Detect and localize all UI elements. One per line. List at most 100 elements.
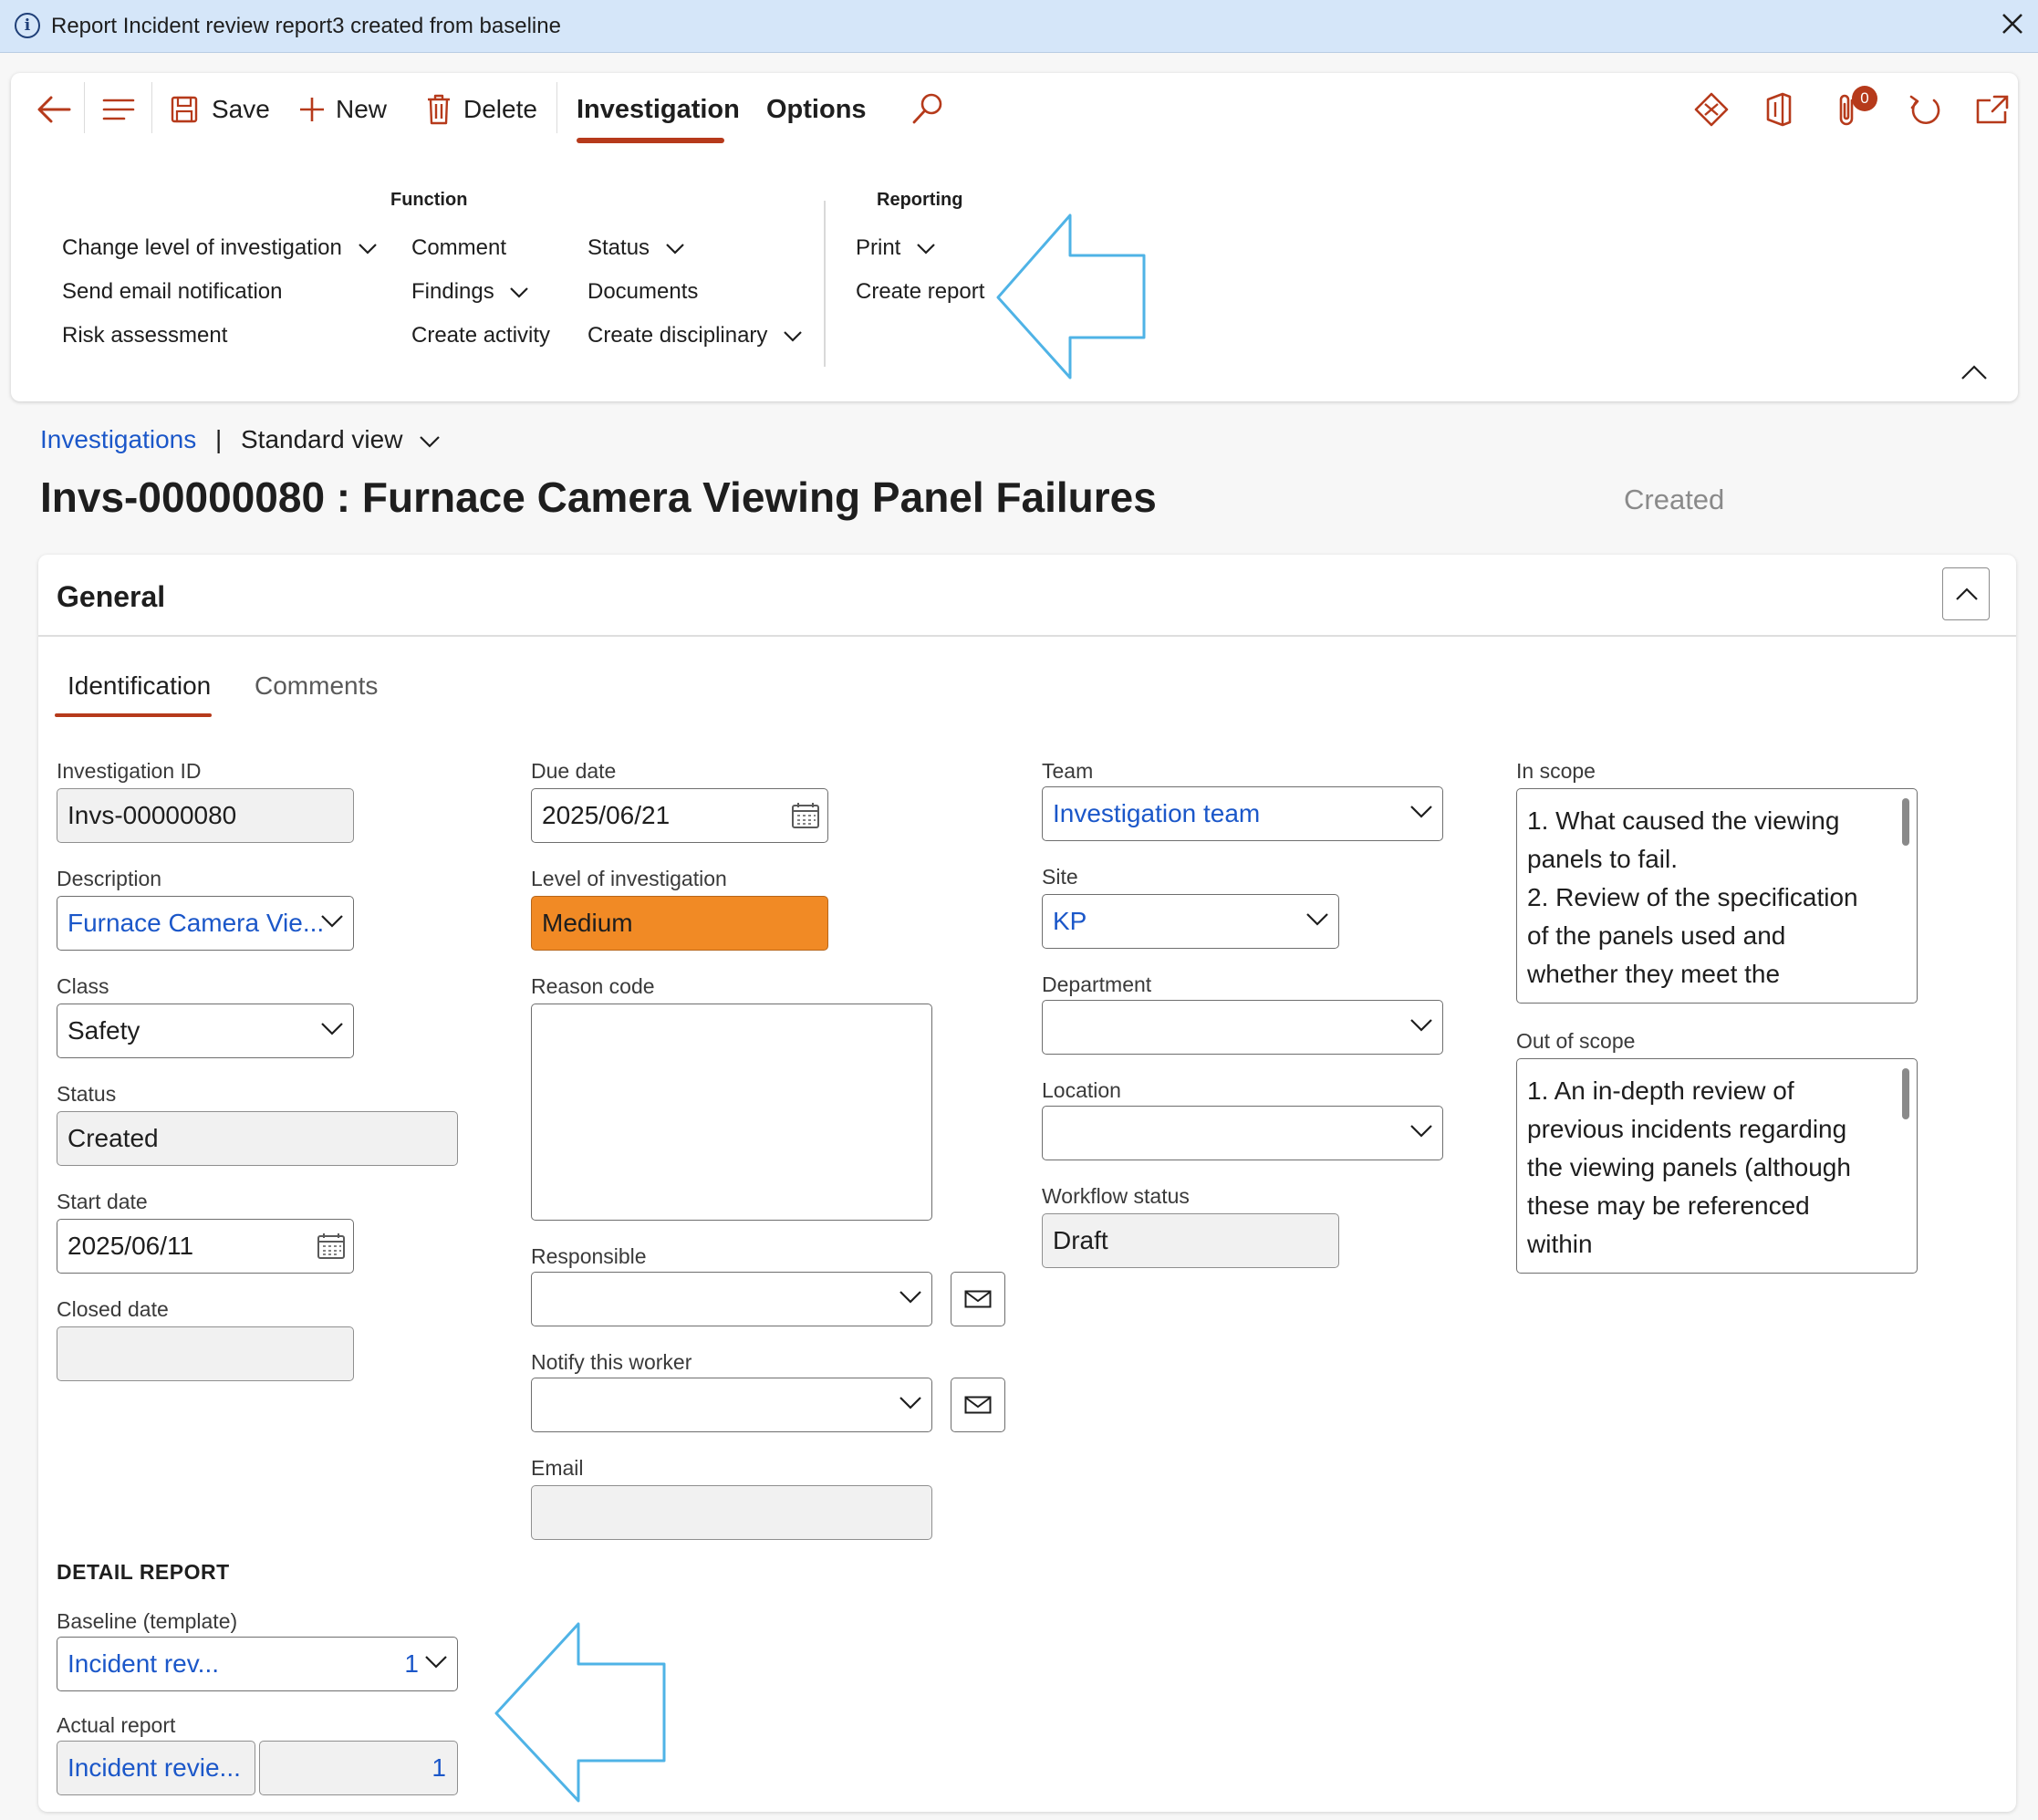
status-field[interactable]: Created xyxy=(57,1111,458,1166)
notify-worker-field[interactable] xyxy=(531,1378,932,1432)
mail-icon xyxy=(964,1396,992,1414)
new-button[interactable]: New xyxy=(297,91,398,128)
menu-documents[interactable]: Documents xyxy=(587,279,698,305)
investigation-id-label: Investigation ID xyxy=(57,759,202,783)
tab-options[interactable]: Options xyxy=(766,91,867,128)
menu-create-report[interactable]: Create report xyxy=(856,279,984,305)
reporting-group-title: Reporting xyxy=(877,190,963,210)
chevron-down-icon xyxy=(321,915,343,928)
reason-code-label: Reason code xyxy=(531,974,655,998)
email-label: Email xyxy=(531,1456,584,1480)
chevron-down-icon xyxy=(510,286,529,298)
trash-icon xyxy=(428,94,450,125)
level-label: Level of investigation xyxy=(531,867,727,890)
description-field[interactable]: Furnace Camera Vie... xyxy=(57,896,354,951)
department-field[interactable] xyxy=(1042,1000,1443,1055)
investigation-id-field[interactable]: Invs-00000080 xyxy=(57,788,354,843)
class-field[interactable]: Safety xyxy=(57,1004,354,1058)
in-scope-field[interactable]: 1. What caused the viewing panels to fai… xyxy=(1516,788,1918,1004)
save-button[interactable]: Save xyxy=(170,91,279,128)
chevron-down-icon xyxy=(899,1397,921,1409)
chevron-down-icon xyxy=(358,243,377,255)
delete-button[interactable]: Delete xyxy=(425,91,553,128)
out-of-scope-line: previous incidents regarding xyxy=(1527,1115,1847,1143)
level-of-investigation-field[interactable]: Medium xyxy=(531,896,828,951)
attachments-count-badge: 0 xyxy=(1852,86,1877,111)
in-scope-line: 2. Review of the specification xyxy=(1527,883,1858,911)
responsible-field[interactable] xyxy=(531,1272,932,1326)
menu-change-level[interactable]: Change level of investigation xyxy=(62,235,378,261)
site-field[interactable]: KP xyxy=(1042,894,1339,949)
menu-create-disciplinary[interactable]: Create disciplinary xyxy=(587,323,803,348)
email-responsible-button[interactable] xyxy=(951,1272,1005,1326)
actual-report-field[interactable]: Incident revie... xyxy=(57,1741,255,1795)
tab-investigation[interactable]: Investigation xyxy=(577,91,740,128)
scrollbar-thumb[interactable] xyxy=(1902,798,1909,846)
office-icon[interactable] xyxy=(1762,91,1795,128)
calendar-icon[interactable] xyxy=(791,802,820,829)
description-label: Description xyxy=(57,867,162,890)
reason-code-field[interactable] xyxy=(531,1004,932,1221)
notify-worker-label: Notify this worker xyxy=(531,1350,692,1374)
workflow-status-field[interactable]: Draft xyxy=(1042,1213,1339,1268)
search-icon[interactable] xyxy=(909,89,947,128)
location-field[interactable] xyxy=(1042,1106,1443,1160)
team-field[interactable]: Investigation team xyxy=(1042,786,1443,841)
annotation-arrow-icon xyxy=(996,213,1146,380)
chevron-down-icon xyxy=(1410,806,1432,818)
function-group-title: Function xyxy=(390,190,468,210)
closed-date-field[interactable] xyxy=(57,1326,354,1381)
chevron-down-icon xyxy=(784,330,802,342)
email-field[interactable] xyxy=(531,1485,932,1540)
menu-create-activity[interactable]: Create activity xyxy=(411,323,550,348)
due-date-field[interactable]: 2025/06/21 xyxy=(531,788,828,843)
power-apps-icon[interactable] xyxy=(1693,91,1730,128)
save-label: Save xyxy=(212,95,270,123)
ribbon-divider xyxy=(824,201,826,367)
baseline-label: Baseline (template) xyxy=(57,1609,238,1633)
baseline-template-field[interactable]: Incident rev... 1 xyxy=(57,1637,458,1691)
menu-risk-assessment[interactable]: Risk assessment xyxy=(62,323,227,348)
refresh-icon[interactable] xyxy=(1907,91,1943,128)
notification-message: Report Incident review report3 created f… xyxy=(51,14,561,38)
start-date-label: Start date xyxy=(57,1190,148,1213)
menu-print[interactable]: Print xyxy=(856,235,936,261)
back-arrow-icon[interactable] xyxy=(33,91,75,128)
delete-label: Delete xyxy=(463,95,537,123)
tab-active-indicator xyxy=(55,713,212,717)
tab-comments[interactable]: Comments xyxy=(255,671,378,701)
save-icon xyxy=(171,96,198,123)
menu-comment[interactable]: Comment xyxy=(411,235,506,261)
chevron-down-icon xyxy=(321,1023,343,1035)
chevron-down-icon xyxy=(1410,1019,1432,1032)
menu-icon[interactable] xyxy=(100,93,137,126)
open-in-new-window-icon[interactable] xyxy=(1974,93,2011,126)
new-label: New xyxy=(336,95,388,123)
chevron-down-icon xyxy=(420,435,440,448)
attachments-button[interactable]: 0 xyxy=(1832,86,1883,131)
out-of-scope-line: 1. An in-depth review of xyxy=(1527,1076,1794,1105)
menu-send-email[interactable]: Send email notification xyxy=(62,279,282,305)
view-selector[interactable]: Standard view xyxy=(241,425,441,454)
out-of-scope-field[interactable]: 1. An in-depth review of previous incide… xyxy=(1516,1058,1918,1274)
menu-status[interactable]: Status xyxy=(587,235,685,261)
plus-icon xyxy=(300,98,324,121)
collapse-section-button[interactable] xyxy=(1942,567,1990,620)
email-worker-button[interactable] xyxy=(951,1378,1005,1432)
calendar-icon[interactable] xyxy=(317,1232,346,1260)
in-scope-line: whether they meet the xyxy=(1527,960,1781,988)
close-icon[interactable] xyxy=(1996,7,2029,40)
responsible-label: Responsible xyxy=(531,1244,647,1268)
start-date-field[interactable]: 2025/06/11 xyxy=(57,1219,354,1274)
chevron-down-icon xyxy=(1410,1125,1432,1138)
department-label: Department xyxy=(1042,972,1152,996)
location-label: Location xyxy=(1042,1078,1121,1102)
scrollbar-thumb[interactable] xyxy=(1902,1068,1909,1119)
menu-findings[interactable]: Findings xyxy=(411,279,529,305)
tab-identification[interactable]: Identification xyxy=(68,671,211,701)
chevron-up-icon xyxy=(1956,588,1978,600)
breadcrumb-investigations-link[interactable]: Investigations xyxy=(40,425,196,454)
chevron-down-icon xyxy=(1306,913,1328,926)
collapse-ribbon-icon[interactable] xyxy=(1960,363,1989,381)
actual-report-version-field[interactable]: 1 xyxy=(259,1741,458,1795)
